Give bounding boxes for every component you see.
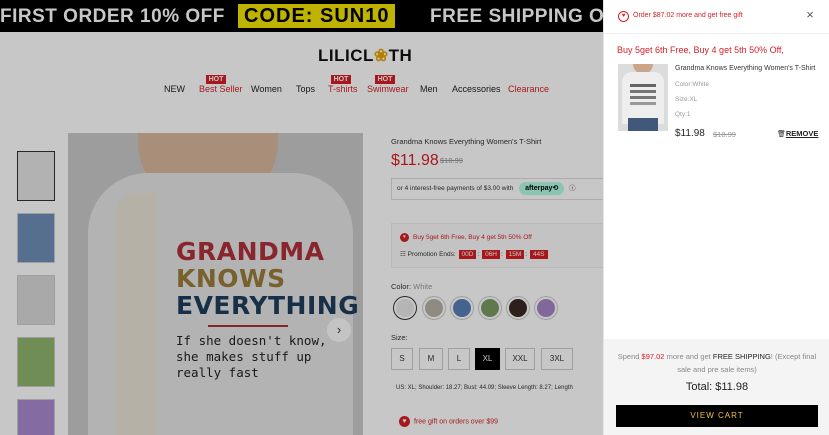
cart-item-old-price: $18.99 <box>713 130 736 139</box>
cart-item-image[interactable] <box>618 64 668 131</box>
cart-item-price: $11.98 <box>675 128 705 139</box>
cart-item-name[interactable]: Grandma Knows Everything Women's T-Shirt <box>675 65 815 72</box>
total-value: $11.98 <box>715 381 749 393</box>
total-label: Total: <box>685 381 713 393</box>
jeans <box>628 118 658 131</box>
ship-remaining-amount: $97.02 <box>641 352 665 361</box>
free-gift-message: Order $87.02 more and get free gift <box>633 12 743 19</box>
cart-item-color: Color:White <box>675 81 709 88</box>
cart-footer: Spend $97.02 more and get FREE SHIPPING!… <box>604 339 829 435</box>
view-cart-button[interactable]: VIEW CART <box>616 405 818 427</box>
free-shipping-message: Spend $97.02 more and get FREE SHIPPING!… <box>616 350 818 376</box>
remove-label: REMOVE <box>785 129 819 138</box>
cart-header: ♥ Order $87.02 more and get free gift × <box>604 0 829 34</box>
cart-drawer: ♥ Order $87.02 more and get free gift × … <box>603 0 829 435</box>
close-icon[interactable]: × <box>803 7 817 23</box>
ship-text: more and get <box>664 352 713 361</box>
trash-icon: 🗑 <box>777 131 786 138</box>
gift-icon: ♥ <box>618 11 629 22</box>
cart-item-size: Size:XL <box>675 96 698 103</box>
tshirt-body <box>622 72 664 124</box>
remove-button[interactable]: 🗑REMOVE <box>777 129 818 138</box>
cart-total: Total: $11.98 <box>604 381 829 393</box>
ship-text: Spend <box>617 352 642 361</box>
cart-promo-link[interactable]: Buy 5get 6th Free, Buy 4 get 5th 50% Off… <box>617 45 784 55</box>
modal-backdrop[interactable] <box>0 0 603 435</box>
ship-free-label: FREE SHIPPING <box>712 352 771 361</box>
cart-item-qty: Qty:1 <box>675 111 691 118</box>
tshirt-print <box>630 84 656 87</box>
